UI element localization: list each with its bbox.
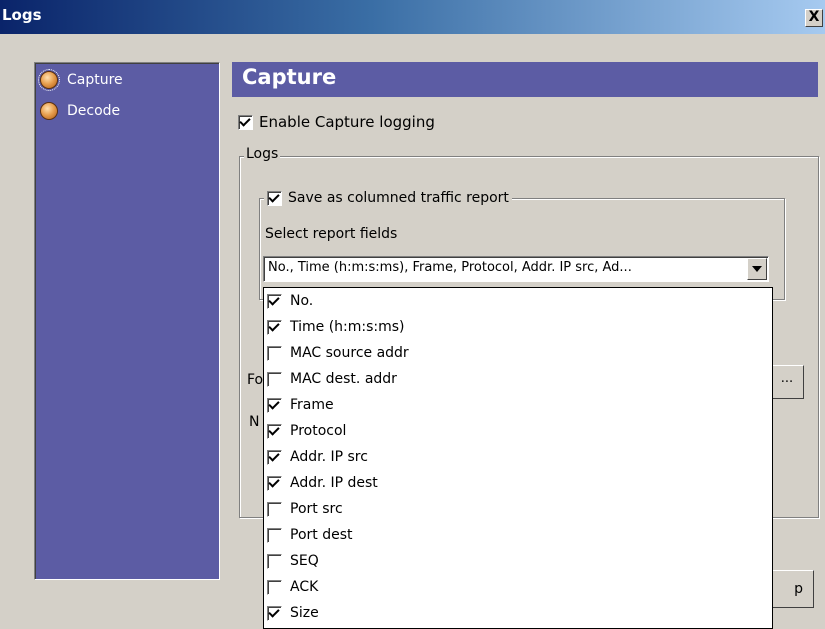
checkbox-label: Enable Capture logging	[259, 113, 435, 131]
chevron-down-icon[interactable]	[747, 258, 767, 280]
checkbox-box[interactable]	[267, 579, 282, 595]
option-label: No.	[290, 293, 314, 309]
logs-group-label: Logs	[244, 146, 281, 162]
option-label: Port src	[290, 501, 343, 517]
save-columned-report-checkbox[interactable]: Save as columned traffic report	[264, 190, 512, 206]
report-fields-combobox[interactable]: No., Time (h:m:s:ms), Frame, Protocol, A…	[263, 256, 769, 282]
field-option-ack[interactable]: ACK	[267, 576, 318, 598]
option-label: Protocol	[290, 423, 347, 439]
combobox-value: No., Time (h:m:s:ms), Frame, Protocol, A…	[268, 260, 632, 275]
option-label: Size	[290, 605, 319, 621]
browse-button-label: ...	[780, 371, 794, 386]
nav-item-decode[interactable]: Decode	[38, 100, 123, 122]
checkbox-box[interactable]	[267, 371, 282, 387]
option-label: MAC dest. addr	[290, 371, 397, 387]
partial-label-n: N	[249, 414, 260, 430]
field-option-port-dest[interactable]: Port dest	[267, 524, 353, 546]
option-label: Time (h:m:s:ms)	[290, 319, 405, 335]
checkbox-box[interactable]	[267, 527, 282, 543]
checkbox-box[interactable]	[267, 501, 282, 517]
category-list: Capture Decode	[34, 62, 220, 580]
panel-header: Capture	[232, 62, 818, 97]
orange-sphere-icon	[40, 102, 58, 120]
window-title: Logs	[2, 6, 42, 24]
option-label: Addr. IP dest	[290, 475, 378, 491]
option-label: SEQ	[290, 553, 319, 569]
report-fields-dropdown-list[interactable]: No. Time (h:m:s:ms) MAC source addr MAC …	[263, 287, 773, 629]
option-label: Frame	[290, 397, 334, 413]
browse-button[interactable]: ...	[770, 365, 804, 399]
checkbox-box[interactable]	[267, 553, 282, 569]
enable-capture-logging-checkbox[interactable]: Enable Capture logging	[238, 113, 435, 131]
checkbox-box[interactable]	[267, 449, 282, 465]
bottom-button-label: p	[794, 581, 803, 597]
field-option-port-src[interactable]: Port src	[267, 498, 343, 520]
field-option-mac-dest[interactable]: MAC dest. addr	[267, 368, 397, 390]
option-label: Port dest	[290, 527, 353, 543]
field-option-frame[interactable]: Frame	[267, 394, 334, 416]
select-report-fields-label: Select report fields	[265, 226, 398, 242]
field-option-size[interactable]: Size	[267, 602, 319, 624]
checkbox-box[interactable]	[267, 319, 282, 335]
nav-item-label: Capture	[67, 72, 123, 88]
field-option-no[interactable]: No.	[267, 290, 313, 312]
field-option-ip-dest[interactable]: Addr. IP dest	[267, 472, 378, 494]
nav-item-label: Decode	[67, 103, 121, 119]
option-label: MAC source addr	[290, 345, 409, 361]
checkbox-box[interactable]	[267, 605, 282, 621]
close-button[interactable]: X	[805, 9, 823, 27]
field-option-ip-src[interactable]: Addr. IP src	[267, 446, 368, 468]
panel-title: Capture	[242, 65, 337, 89]
checkbox-box[interactable]	[267, 475, 282, 491]
checkbox-label: Save as columned traffic report	[288, 190, 509, 206]
checkbox-box[interactable]	[238, 114, 253, 130]
option-label: ACK	[290, 579, 319, 595]
close-icon: X	[808, 9, 820, 25]
title-bar: Logs X	[0, 0, 825, 34]
checkbox-box[interactable]	[267, 293, 282, 309]
orange-sphere-icon	[38, 69, 60, 91]
field-option-protocol[interactable]: Protocol	[267, 420, 346, 442]
option-label: Addr. IP src	[290, 449, 368, 465]
nav-item-capture[interactable]: Capture	[38, 69, 126, 91]
partial-label-fo: Fo	[247, 372, 264, 388]
field-option-mac-source[interactable]: MAC source addr	[267, 342, 409, 364]
columned-report-groupbox	[259, 198, 785, 300]
checkbox-box[interactable]	[267, 345, 282, 361]
field-option-time[interactable]: Time (h:m:s:ms)	[267, 316, 405, 338]
checkbox-box[interactable]	[267, 190, 282, 206]
checkbox-box[interactable]	[267, 397, 282, 413]
field-option-seq[interactable]: SEQ	[267, 550, 319, 572]
checkbox-box[interactable]	[267, 423, 282, 439]
